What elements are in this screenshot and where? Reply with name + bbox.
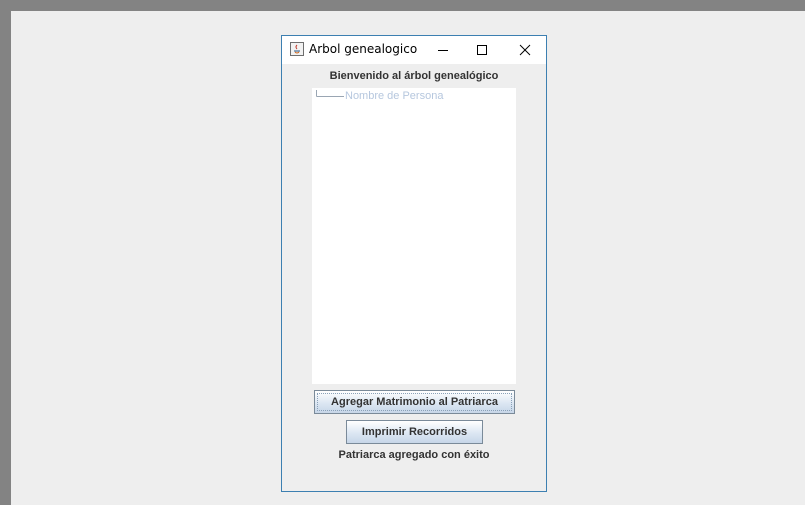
app-window: Arbol genealogico Bienvenido al árbol ge… <box>281 35 547 492</box>
print-traversals-button[interactable]: Imprimir Recorridos <box>346 420 483 444</box>
window-title: Arbol genealogico <box>309 42 418 56</box>
maximize-icon <box>477 45 487 55</box>
minimize-button[interactable] <box>423 36 463 64</box>
java-app-icon <box>290 42 304 56</box>
add-marriage-label: Agregar Matrimonio al Patriarca <box>331 396 498 408</box>
close-icon <box>519 44 531 56</box>
add-marriage-button[interactable]: Agregar Matrimonio al Patriarca <box>314 390 515 414</box>
maximize-button[interactable] <box>462 36 502 64</box>
print-traversals-label: Imprimir Recorridos <box>361 426 468 438</box>
title-bar[interactable]: Arbol genealogico <box>282 36 546 64</box>
minimize-icon <box>438 50 448 51</box>
family-tree-view[interactable]: Nombre de Persona <box>312 88 516 384</box>
tree-root-node[interactable]: Nombre de Persona <box>345 90 443 102</box>
desktop: Arbol genealogico Bienvenido al árbol ge… <box>0 0 805 505</box>
status-message: Patriarca agregado con éxito <box>338 449 490 461</box>
welcome-label: Bienvenido al árbol genealógico <box>329 70 499 82</box>
close-button[interactable] <box>505 36 545 64</box>
tree-connector-icon <box>316 90 344 97</box>
